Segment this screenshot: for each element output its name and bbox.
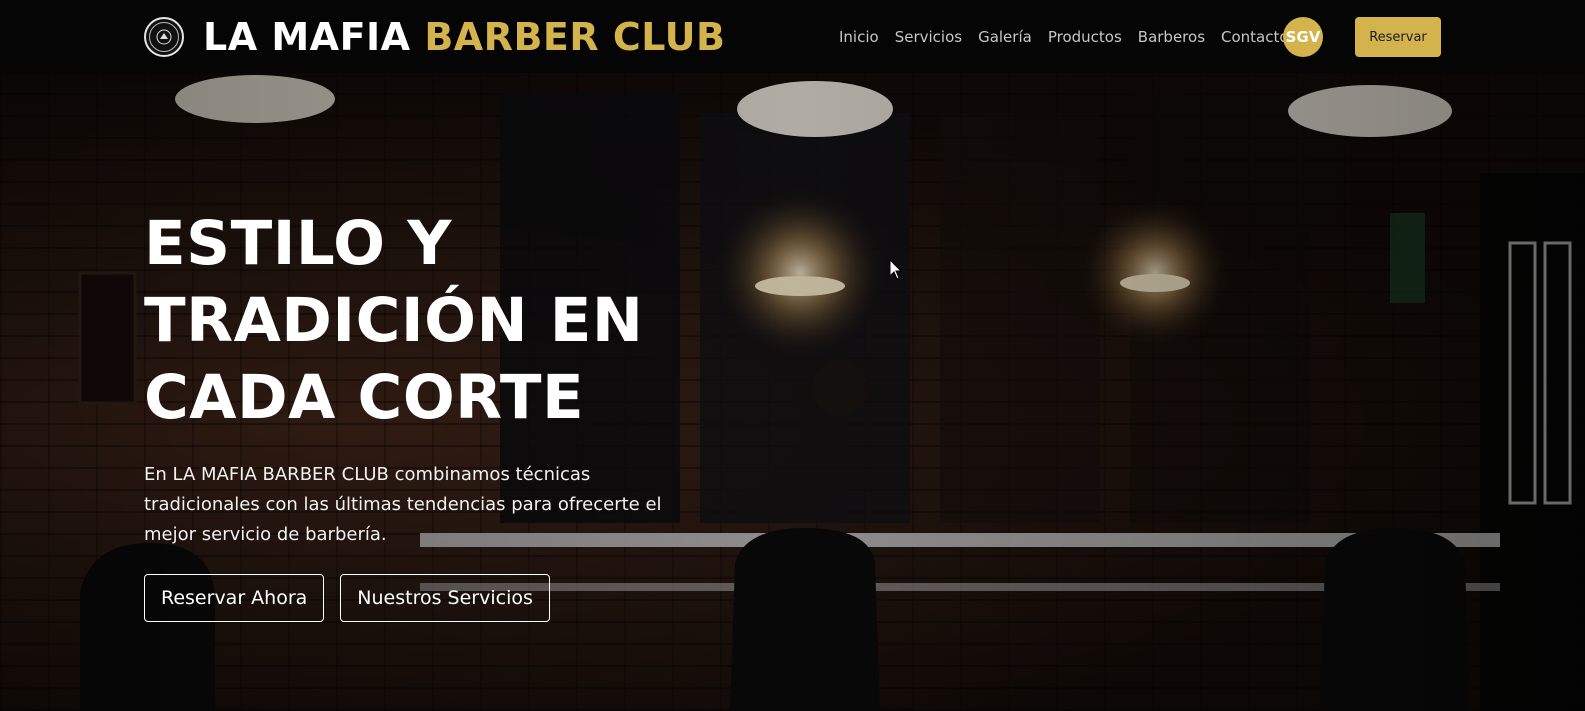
- reserve-now-button[interactable]: Reservar Ahora: [144, 574, 325, 622]
- main-nav: Inicio Servicios Galería Productos Barbe…: [839, 25, 1305, 49]
- nav-link-barberos[interactable]: Barberos: [1138, 25, 1205, 49]
- nav-link-contacto[interactable]: Contacto: [1221, 25, 1289, 49]
- hero-title-line-2: TRADICIÓN EN: [144, 285, 644, 356]
- nav-link-productos[interactable]: Productos: [1048, 25, 1122, 49]
- nav-link-galeria[interactable]: Galería: [978, 25, 1032, 49]
- nav-link-inicio[interactable]: Inicio: [839, 25, 879, 49]
- hero-section: ESTILO Y TRADICIÓN EN CADA CORTE En LA M…: [0, 73, 1585, 711]
- our-services-button[interactable]: Nuestros Servicios: [340, 574, 550, 622]
- user-avatar[interactable]: SGV: [1283, 17, 1323, 57]
- brand-name-gold: BARBER CLUB: [424, 15, 726, 59]
- hero-subtitle: En LA MAFIA BARBER CLUB combinamos técni…: [144, 464, 662, 545]
- brand-name-white: LA MAFIA: [203, 15, 425, 59]
- hero-title-line-1: ESTILO Y: [144, 208, 452, 279]
- hero-actions: Reservar Ahora Nuestros Servicios: [144, 574, 704, 622]
- brand-name: LA MAFIA BARBER CLUB: [203, 16, 725, 58]
- hero-title: ESTILO Y TRADICIÓN EN CADA CORTE: [144, 205, 704, 436]
- top-navbar: LA MAFIA BARBER CLUB Inicio Servicios Ga…: [0, 0, 1585, 73]
- reserve-button[interactable]: Reservar: [1355, 17, 1441, 57]
- nav-link-servicios[interactable]: Servicios: [895, 25, 962, 49]
- brand[interactable]: LA MAFIA BARBER CLUB: [144, 16, 725, 58]
- hero-content: ESTILO Y TRADICIÓN EN CADA CORTE En LA M…: [144, 205, 704, 622]
- mouse-cursor-icon: [889, 259, 903, 280]
- barber-club-emblem-icon: [144, 17, 184, 57]
- hero-title-line-3: CADA CORTE: [144, 362, 585, 433]
